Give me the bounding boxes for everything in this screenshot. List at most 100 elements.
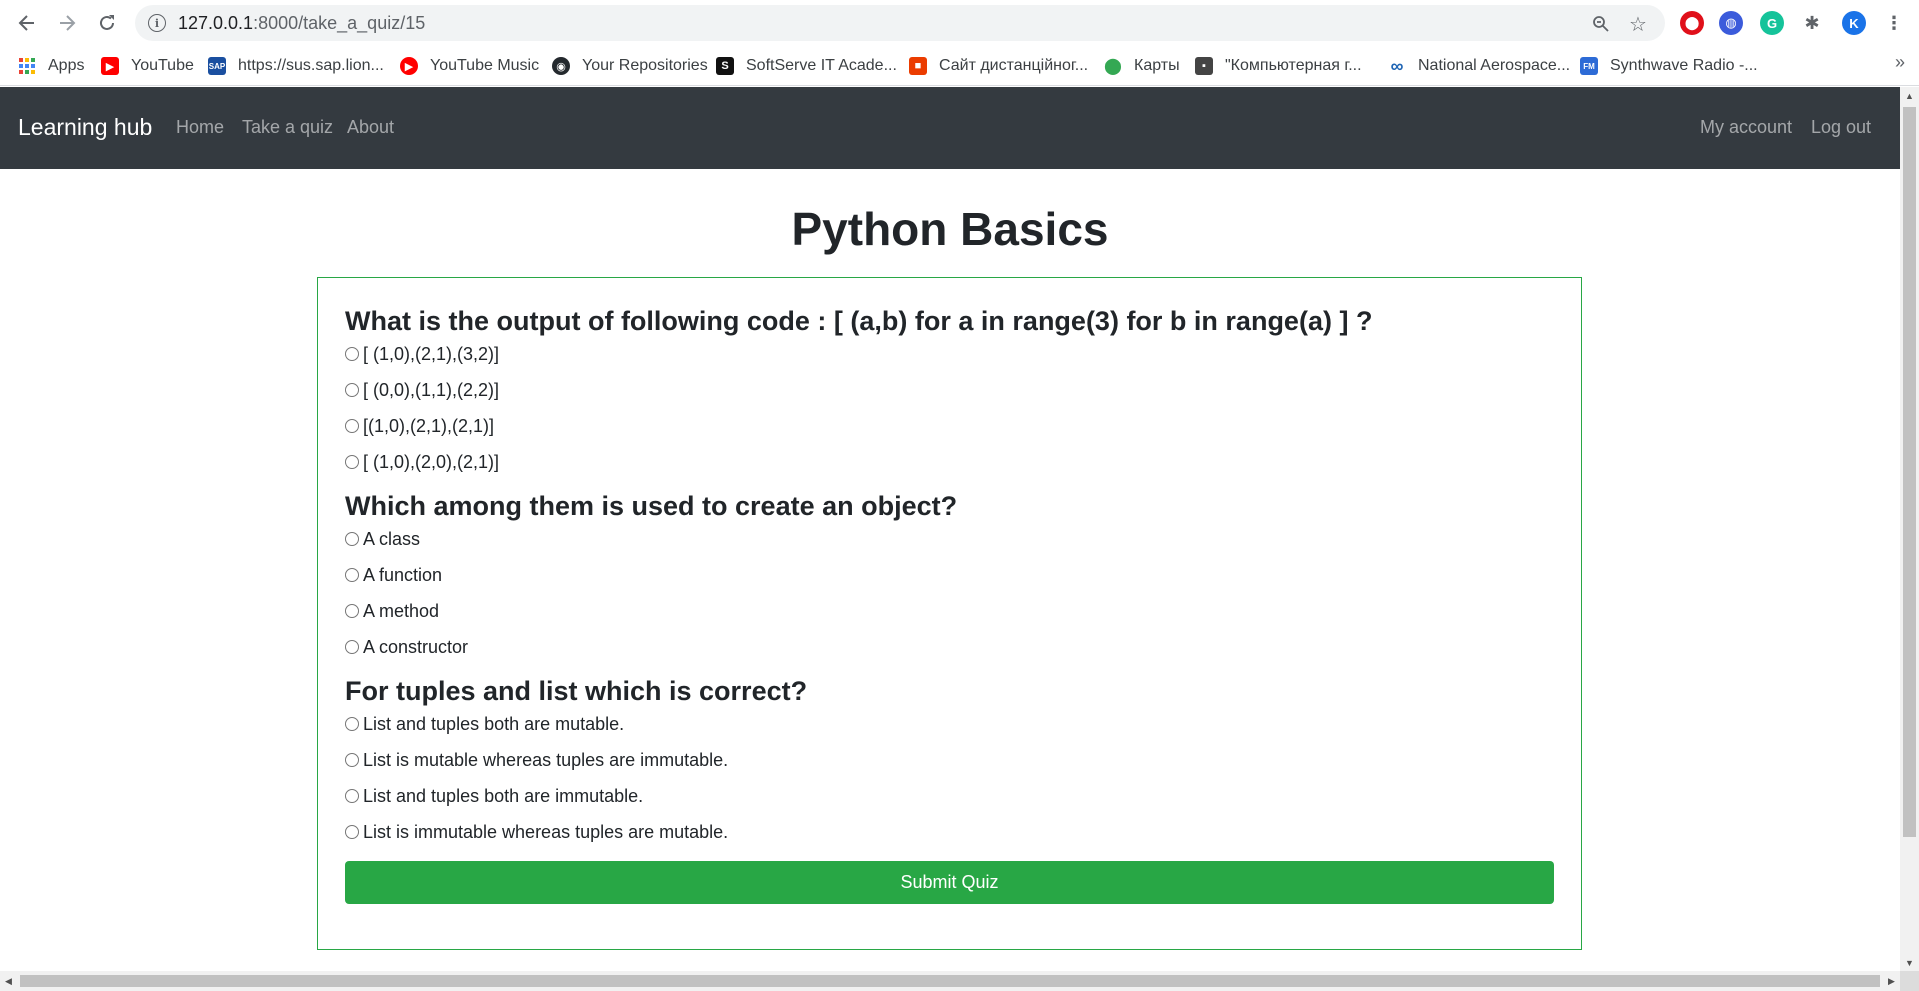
radio-button[interactable] <box>345 568 359 582</box>
youtube-music-icon: ▶ <box>400 57 418 75</box>
url-path: :8000/take_a_quiz/15 <box>253 13 426 33</box>
radio-button[interactable] <box>345 419 359 433</box>
back-icon[interactable] <box>12 8 42 38</box>
youtube-icon: ▶ <box>101 57 119 75</box>
question-3-option-1[interactable]: List and tuples both are mutable. <box>345 713 624 735</box>
radio-button[interactable] <box>345 455 359 469</box>
vertical-scrollbar[interactable]: ▲ ▼ <box>1900 87 1919 971</box>
extensions-puzzle-icon[interactable]: ✱ <box>1800 11 1824 35</box>
vertical-scroll-thumb[interactable] <box>1903 107 1916 837</box>
grammarly-icon[interactable]: G <box>1760 11 1784 35</box>
radio-button[interactable] <box>345 753 359 767</box>
bookmark-label: SoftServe IT Acade... <box>746 57 897 74</box>
bookmark-apps[interactable]: Apps <box>18 54 84 78</box>
bookmarks-bar: Apps ▶ YouTube SAP https://sus.sap.lion.… <box>0 46 1919 86</box>
bookmark-youtube[interactable]: ▶ YouTube <box>101 54 194 78</box>
site-navbar: Learning hub Home Take a quiz About My a… <box>0 87 1900 169</box>
nav-home-link[interactable]: Home <box>176 117 224 138</box>
question-2-option-1[interactable]: A class <box>345 528 420 550</box>
nav-my-account-link[interactable]: My account <box>1700 117 1792 138</box>
question-1-option-3[interactable]: [(1,0),(2,1),(2,1)] <box>345 415 494 437</box>
radio-button[interactable] <box>345 383 359 397</box>
bookmark-maps[interactable]: ⬤ Карты <box>1104 54 1180 78</box>
office-icon: ■ <box>909 57 927 75</box>
browser-menu-icon[interactable]: ⋮ <box>1882 11 1906 35</box>
option-label: [ (0,0),(1,1),(2,2)] <box>363 379 500 400</box>
bookmark-synthwave-radio[interactable]: FM Synthwave Radio -... <box>1580 54 1758 78</box>
radio-button[interactable] <box>345 640 359 654</box>
scroll-left-arrow-icon[interactable]: ◀ <box>0 971 17 991</box>
bookmark-label: https://sus.sap.lion... <box>238 57 384 74</box>
bookmark-classroom[interactable]: ▪ "Компьютерная г... <box>1195 54 1362 78</box>
question-2-option-3[interactable]: A method <box>345 600 439 622</box>
bookmark-national-aerospace[interactable]: ∞ National Aerospace... <box>1388 54 1571 78</box>
brand-logo-link[interactable]: Learning hub <box>18 114 152 141</box>
question-3-text: For tuples and list which is correct? <box>345 676 808 706</box>
address-bar[interactable]: i 127.0.0.1:8000/take_a_quiz/15 ☆ <box>135 5 1665 41</box>
radio-button[interactable] <box>345 717 359 731</box>
radio-button[interactable] <box>345 532 359 546</box>
question-2-option-4[interactable]: A constructor <box>345 636 468 658</box>
bookmark-label: Your Repositories <box>582 57 708 74</box>
bookmark-distance-learning[interactable]: ■ Сайт дистанційног... <box>909 54 1088 78</box>
nav-about-link[interactable]: About <box>347 117 394 138</box>
radio-button[interactable] <box>345 604 359 618</box>
bookmark-star-icon[interactable]: ☆ <box>1626 12 1650 36</box>
bookmark-label: Synthwave Radio -... <box>1610 57 1758 74</box>
radio-icon: FM <box>1580 57 1598 75</box>
zoom-icon[interactable] <box>1589 12 1613 36</box>
question-1-option-2[interactable]: [ (0,0),(1,1),(2,2)] <box>345 379 499 401</box>
maps-pin-icon: ⬤ <box>1104 58 1122 75</box>
softserve-icon: S <box>716 57 734 75</box>
url-host: 127.0.0.1 <box>178 13 254 33</box>
vpn-globe-icon[interactable]: ◍ <box>1719 11 1743 35</box>
option-label: A function <box>363 564 443 585</box>
radio-button[interactable] <box>345 789 359 803</box>
radio-button[interactable] <box>345 347 359 361</box>
option-label: A constructor <box>363 636 469 657</box>
question-2-text: Which among them is used to create an ob… <box>345 491 958 521</box>
question-1-option-4[interactable]: [ (1,0),(2,0),(2,1)] <box>345 451 499 473</box>
sap-icon: SAP <box>208 57 226 75</box>
profile-avatar[interactable]: K <box>1842 11 1866 35</box>
bookmark-sap[interactable]: SAP https://sus.sap.lion... <box>208 54 384 78</box>
opera-adblock-icon[interactable]: ⬤ <box>1680 11 1704 35</box>
horizontal-scrollbar[interactable]: ◀ ▶ <box>0 971 1900 991</box>
github-icon: ◉ <box>552 57 570 75</box>
reload-icon[interactable] <box>92 8 122 38</box>
option-label: List and tuples both are mutable. <box>363 713 625 734</box>
scroll-right-arrow-icon[interactable]: ▶ <box>1883 971 1900 991</box>
question-3-option-4[interactable]: List is immutable whereas tuples are mut… <box>345 821 728 843</box>
bookmark-label: Карты <box>1134 57 1180 74</box>
bookmarks-overflow-icon[interactable]: » <box>1895 52 1905 73</box>
bookmark-repositories[interactable]: ◉ Your Repositories <box>552 54 708 78</box>
radio-button[interactable] <box>345 825 359 839</box>
apps-grid-icon <box>18 57 36 75</box>
question-1-text: What is the output of following code : [… <box>345 306 1373 336</box>
bookmark-label: Apps <box>48 57 85 74</box>
scroll-up-arrow-icon[interactable]: ▲ <box>1900 87 1919 104</box>
forward-icon[interactable] <box>52 8 82 38</box>
bookmark-youtube-music[interactable]: ▶ YouTube Music <box>400 54 539 78</box>
horizontal-scroll-thumb[interactable] <box>20 975 1880 987</box>
option-label: A method <box>363 600 440 621</box>
nau-infinity-icon: ∞ <box>1390 55 1404 76</box>
option-label: List is immutable whereas tuples are mut… <box>363 821 729 842</box>
browser-toolbar: i 127.0.0.1:8000/take_a_quiz/15 ☆ ⬤ ◍ G … <box>0 0 1919 46</box>
page-viewport: Learning hub Home Take a quiz About My a… <box>0 87 1900 971</box>
scroll-down-arrow-icon[interactable]: ▼ <box>1900 954 1919 971</box>
url-text[interactable]: 127.0.0.1:8000/take_a_quiz/15 <box>178 13 425 34</box>
option-label: [ (1,0),(2,0),(2,1)] <box>363 451 500 472</box>
site-info-icon[interactable]: i <box>148 14 166 32</box>
nav-log-out-link[interactable]: Log out <box>1811 117 1871 138</box>
bookmark-label: National Aerospace... <box>1418 57 1571 74</box>
submit-quiz-button[interactable]: Submit Quiz <box>345 861 1554 904</box>
question-3-option-3[interactable]: List and tuples both are immutable. <box>345 785 643 807</box>
quiz-form: What is the output of following code : [… <box>317 277 1582 950</box>
question-3-option-2[interactable]: List is mutable whereas tuples are immut… <box>345 749 728 771</box>
question-2-option-2[interactable]: A function <box>345 564 442 586</box>
question-1-option-1[interactable]: [ (1,0),(2,1),(3,2)] <box>345 343 499 365</box>
nav-take-quiz-link[interactable]: Take a quiz <box>242 117 333 138</box>
bookmark-softserve[interactable]: S SoftServe IT Acade... <box>716 54 897 78</box>
option-label: [ (1,0),(2,1),(3,2)] <box>363 343 500 364</box>
